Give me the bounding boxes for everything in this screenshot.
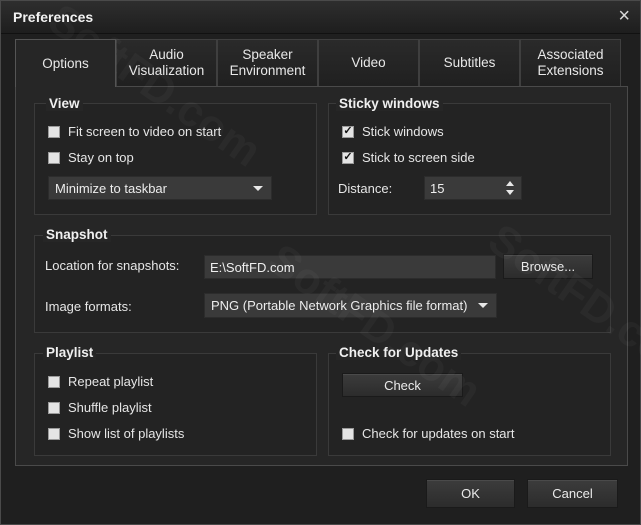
minimize-dropdown-value: Minimize to taskbar (55, 180, 167, 196)
chevron-down-icon (478, 303, 488, 308)
cancel-button[interactable]: Cancel (527, 479, 618, 508)
checkbox-box (342, 427, 354, 440)
stick-windows-label: Stick windows (362, 124, 444, 139)
checkbox-box (48, 427, 60, 440)
snapshot-group-title: Snapshot (43, 227, 111, 242)
tab-associated-extensions[interactable]: Associated Extensions (520, 39, 621, 86)
spin-up-icon[interactable] (506, 181, 514, 186)
stick-to-screen-side-label: Stick to screen side (362, 150, 475, 165)
stay-on-top-label: Stay on top (68, 150, 134, 165)
stay-on-top-checkbox[interactable]: Stay on top (48, 150, 134, 165)
stick-to-screen-side-checkbox[interactable]: ✓ Stick to screen side (342, 150, 475, 165)
check-updates-on-start-label: Check for updates on start (362, 426, 515, 441)
tab-label: Video (351, 55, 386, 70)
image-format-dropdown[interactable]: PNG (Portable Network Graphics file form… (204, 293, 497, 318)
distance-value: 15 (430, 180, 445, 196)
playlist-group-title: Playlist (43, 345, 97, 360)
preferences-dialog: Preferences × Options Audio Visualizatio… (0, 0, 641, 525)
minimize-dropdown[interactable]: Minimize to taskbar (48, 176, 272, 200)
distance-label: Distance: (338, 181, 393, 196)
check-updates-on-start-checkbox[interactable]: Check for updates on start (342, 426, 514, 441)
tab-label: Options (42, 55, 89, 71)
distance-spinner[interactable]: 15 (424, 176, 522, 200)
image-format-value: PNG (Portable Network Graphics file form… (211, 298, 468, 313)
tab-audio-visualization[interactable]: Audio Visualization (116, 39, 217, 86)
tab-options[interactable]: Options (15, 39, 116, 87)
close-icon[interactable]: × (618, 5, 630, 27)
window-title: Preferences (13, 9, 94, 25)
shuffle-playlist-checkbox[interactable]: Shuffle playlist (48, 400, 152, 415)
view-group-title: View (46, 96, 83, 111)
checkbox-box (48, 401, 60, 414)
snapshot-location-label: Location for snapshots: (45, 258, 180, 273)
title-bar[interactable]: Preferences × (1, 1, 640, 34)
repeat-playlist-checkbox[interactable]: Repeat playlist (48, 374, 153, 389)
checkbox-box (48, 125, 60, 138)
repeat-playlist-label: Repeat playlist (68, 374, 154, 389)
stick-windows-checkbox[interactable]: ✓ Stick windows (342, 124, 444, 139)
updates-group-title: Check for Updates (336, 345, 462, 360)
checkbox-box: ✓ (342, 125, 354, 138)
fit-screen-checkbox[interactable]: Fit screen to video on start (48, 124, 221, 139)
snapshot-location-value: E:\SoftFD.com (210, 259, 295, 275)
snapshot-group (34, 235, 611, 333)
tab-subtitles[interactable]: Subtitles (419, 39, 520, 86)
tab-label: Associated Extensions (537, 47, 604, 78)
spin-down-icon[interactable] (506, 190, 514, 195)
chevron-down-icon (253, 186, 263, 191)
tab-speaker-environment[interactable]: Speaker Environment (217, 39, 318, 86)
show-playlists-label: Show list of playlists (68, 426, 185, 441)
checkbox-box (48, 151, 60, 164)
shuffle-playlist-label: Shuffle playlist (68, 400, 152, 415)
browse-button[interactable]: Browse... (503, 254, 593, 279)
tab-label: Audio Visualization (128, 47, 205, 78)
image-formats-label: Image formats: (45, 299, 132, 314)
tab-video[interactable]: Video (318, 39, 419, 86)
tab-label: Subtitles (443, 55, 496, 70)
snapshot-location-input[interactable]: E:\SoftFD.com (204, 255, 496, 279)
show-playlists-checkbox[interactable]: Show list of playlists (48, 426, 184, 441)
tab-label: Speaker Environment (229, 47, 306, 78)
checkbox-box (48, 375, 60, 388)
sticky-windows-group-title: Sticky windows (336, 96, 443, 111)
ok-button[interactable]: OK (426, 479, 515, 508)
check-updates-button[interactable]: Check (342, 373, 463, 397)
options-panel: View Fit screen to video on start Stay o… (15, 86, 628, 466)
fit-screen-label: Fit screen to video on start (68, 124, 222, 139)
checkbox-box: ✓ (342, 151, 354, 164)
